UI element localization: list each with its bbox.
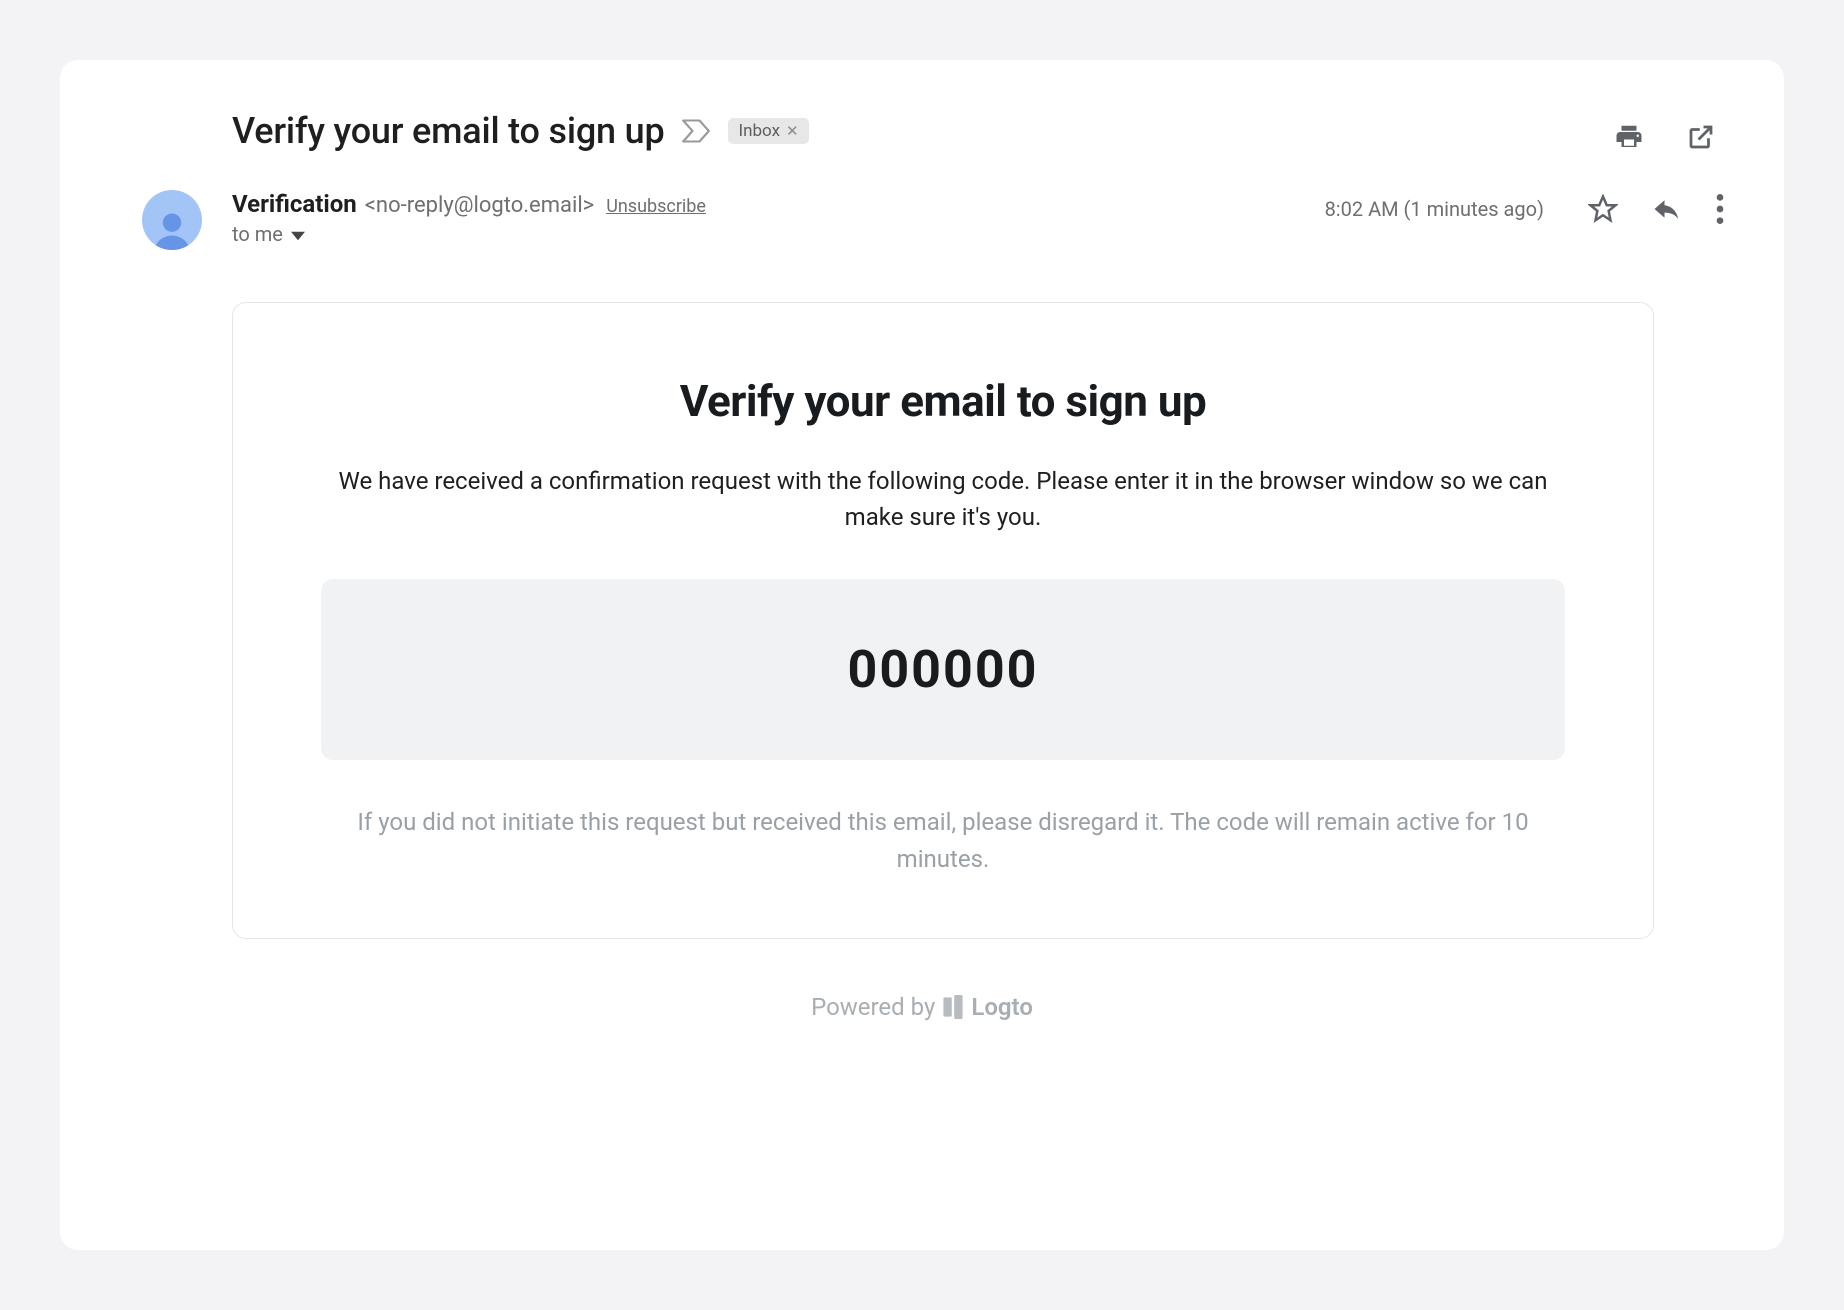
sender-row: Verification <no-reply@logto.email> Unsu… (120, 190, 1724, 250)
sender-line: Verification <no-reply@logto.email> Unsu… (232, 190, 1295, 218)
label-important-icon[interactable] (682, 119, 710, 143)
subject-row: Verify your email to sign up Inbox ✕ (232, 110, 1724, 152)
sender-name: Verification (232, 190, 357, 218)
recipient-label: to me (232, 222, 283, 246)
inbox-tag-label: Inbox (738, 121, 780, 141)
meta-actions: 8:02 AM (1 minutes ago) (1325, 194, 1724, 224)
print-icon[interactable] (1614, 122, 1644, 152)
powered-by-label: Powered by (811, 993, 935, 1021)
reply-icon[interactable] (1652, 194, 1682, 224)
person-icon (150, 208, 194, 250)
chevron-down-icon[interactable] (291, 222, 305, 246)
body-title: Verify your email to sign up (321, 375, 1565, 427)
email-container: Verify your email to sign up Inbox ✕ Ver… (60, 60, 1784, 1250)
brand-name: Logto (971, 993, 1033, 1021)
email-subject: Verify your email to sign up (232, 110, 664, 152)
sender-email: <no-reply@logto.email> (365, 193, 594, 218)
email-body-card: Verify your email to sign up We have rec… (232, 302, 1654, 939)
timestamp: 8:02 AM (1 minutes ago) (1325, 197, 1544, 221)
logto-logo-icon (943, 995, 963, 1019)
avatar[interactable] (142, 190, 202, 250)
body-intro-text: We have received a confirmation request … (321, 463, 1565, 535)
verification-code: 000000 (321, 579, 1565, 760)
powered-by-footer: Powered by Logto (120, 993, 1724, 1021)
body-disclaimer: If you did not initiate this request but… (321, 804, 1565, 878)
sender-info: Verification <no-reply@logto.email> Unsu… (232, 190, 1295, 246)
inbox-tag[interactable]: Inbox ✕ (728, 118, 808, 144)
star-icon[interactable] (1588, 194, 1618, 224)
top-action-bar (1614, 122, 1716, 152)
open-new-window-icon[interactable] (1686, 122, 1716, 152)
close-icon[interactable]: ✕ (786, 122, 799, 140)
more-icon[interactable] (1716, 194, 1724, 224)
recipient-line[interactable]: to me (232, 222, 1295, 246)
unsubscribe-link[interactable]: Unsubscribe (606, 196, 706, 217)
